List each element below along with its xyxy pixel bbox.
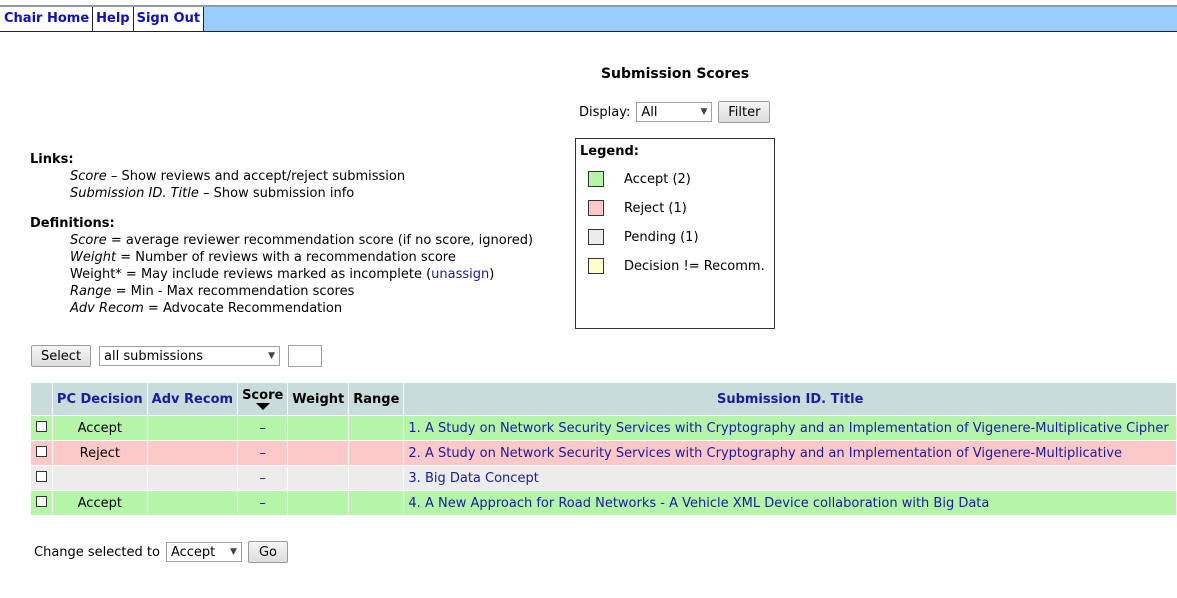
row-score-link[interactable]: – [259,471,266,486]
chevron-down-icon: ▼ [230,547,237,557]
legend-item-reject: Reject (1) [588,200,687,216]
help-text-section: Links: Score – Show reviews and accept/r… [30,151,533,317]
row-checkbox[interactable] [35,445,47,457]
legend-swatch [588,229,604,245]
header-range: Range [348,382,405,416]
row-title-link[interactable]: 4. A New Approach for Road Networks - A … [408,496,989,511]
display-label: Display: [579,104,631,120]
row-decision: Accept [51,490,148,516]
table-row: Accept – 1. A Study on Network Security … [30,415,1177,441]
row-weight [287,490,350,516]
header-title[interactable]: Submission ID. Title [403,382,1177,416]
row-decision: Accept [51,415,148,441]
row-score-link[interactable]: – [259,496,266,511]
legend-item-accept: Accept (2) [588,171,691,187]
row-title-link[interactable]: 3. Big Data Concept [408,471,538,486]
chevron-down-icon: ▼ [268,351,275,361]
row-checkbox[interactable] [35,495,47,507]
def-score-line: Score = average reviewer recommendation … [70,233,534,248]
row-weight [287,440,350,466]
row-adv [146,440,239,466]
links-score-line: Score – Show reviews and accept/reject s… [70,169,406,184]
row-weight [287,415,350,441]
header-adv-recom[interactable]: Adv Recom [146,382,239,416]
change-selected-row: Change selected to Accept ▼ Go [34,541,288,563]
chevron-down-icon: ▼ [700,107,708,117]
def-range-line: Range = Min - Max recommendation scores [70,284,355,299]
sort-desc-icon [255,402,270,410]
links-title: Links: [30,152,74,167]
select-extra-input[interactable] [288,345,322,367]
row-weight [287,465,350,491]
table-header-row: PC Decision Adv Recom Score Weight Range… [30,382,1177,416]
row-decision [51,465,148,491]
row-adv [146,465,239,491]
go-button[interactable]: Go [247,541,288,563]
row-range [348,465,405,491]
def-adv-line: Adv Recom = Advocate Recommendation [70,301,343,316]
table-row: Reject – 2. A Study on Network Security … [30,440,1177,466]
change-selected-label: Change selected to [34,544,160,560]
table-row: – 3. Big Data Concept [30,465,1177,491]
submissions-table: PC Decision Adv Recom Score Weight Range… [30,382,1177,516]
row-title-link[interactable]: 1. A Study on Network Security Services … [408,421,1168,436]
header-checkbox-col [30,382,53,416]
row-title-link[interactable]: 2. A Study on Network Security Services … [408,446,1122,461]
select-button[interactable]: Select [31,345,91,367]
header-pc-decision[interactable]: PC Decision [51,382,148,416]
links-title-line: Submission ID. Title – Show submission i… [70,186,355,201]
legend-item-pending: Pending (1) [588,229,699,245]
legend-swatch [588,200,604,216]
legend-swatch [588,171,604,187]
row-range [348,440,405,466]
legend-title: Legend: [580,144,639,159]
display-filter-row: Display: All ▼ Filter [579,101,771,123]
header-score[interactable]: Score [237,382,289,416]
row-adv [146,415,239,441]
header-weight: Weight [287,382,350,416]
filter-button[interactable]: Filter [718,101,771,123]
legend-box: Legend: Accept (2) Reject (1) Pending (1… [575,138,775,329]
submissions-table-container: PC Decision Adv Recom Score Weight Range… [30,382,1177,516]
row-score-link[interactable]: – [259,446,266,461]
unassign-link[interactable]: unassign [431,267,489,282]
definitions-title: Definitions: [30,216,115,231]
def-weight-line: Weight = Number of reviews with a recomm… [70,250,456,265]
nav-help-link[interactable]: Help [93,7,134,31]
top-nav-bar: Chair Home Help Sign Out [0,5,1177,32]
select-bar: Select all submissions ▼ [31,345,322,367]
row-score-link[interactable]: – [259,421,266,436]
row-checkbox[interactable] [35,470,47,482]
nav-sign-out-link[interactable]: Sign Out [133,7,205,31]
nav-chair-home-link[interactable]: Chair Home [0,7,94,31]
legend-item-decision-mismatch: Decision != Recomm. [588,258,765,274]
change-decision-select[interactable]: Accept ▼ [165,542,242,562]
def-weightstar-line: Weight* = May include reviews marked as … [70,267,495,282]
page-title: Submission Scores [600,66,750,82]
row-adv [146,490,239,516]
display-select[interactable]: All ▼ [636,102,713,122]
row-decision: Reject [51,440,148,466]
table-row: Accept – 4. A New Approach for Road Netw… [30,490,1177,516]
row-range [348,415,405,441]
row-range [348,490,405,516]
display-select-value: All [641,104,658,120]
select-scope-dropdown[interactable]: all submissions ▼ [99,346,280,366]
row-checkbox[interactable] [35,420,47,432]
legend-swatch [588,258,604,274]
